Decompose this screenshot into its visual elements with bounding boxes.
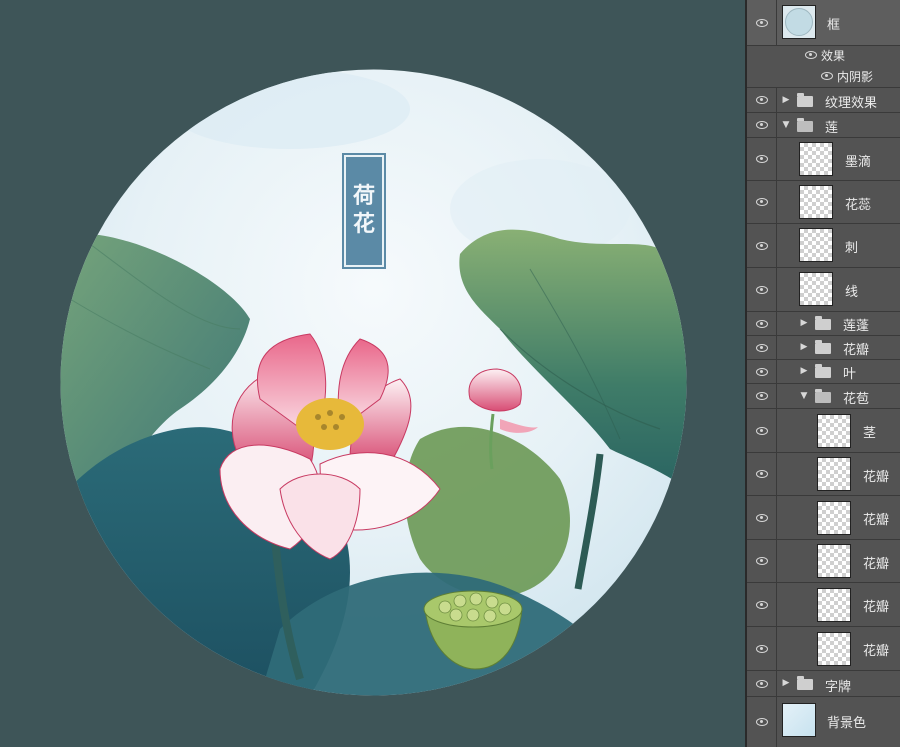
layer-effect-inner-shadow[interactable]: 内阴影 xyxy=(747,66,900,88)
folder-icon xyxy=(815,340,831,354)
layer-thumbnail xyxy=(817,457,851,491)
layer-group-sign[interactable]: ▶ 字牌 xyxy=(747,671,900,697)
layer-thumbnail xyxy=(817,544,851,578)
layer-thumbnail xyxy=(782,5,816,39)
layer-thumbnail xyxy=(799,272,833,306)
group-name: 莲蓬 xyxy=(843,319,870,334)
group-name: 字牌 xyxy=(825,680,852,695)
title-char: 花 xyxy=(352,212,375,237)
folder-icon xyxy=(815,364,831,378)
layer-thumbnail xyxy=(782,703,816,737)
chevron-right-icon[interactable]: ▶ xyxy=(799,342,809,352)
visibility-eye-icon[interactable] xyxy=(747,360,777,383)
chevron-down-icon[interactable]: ▼ xyxy=(799,391,809,401)
chevron-right-icon[interactable]: ▶ xyxy=(781,678,791,688)
layer-thumbnail xyxy=(817,632,851,666)
layer-item[interactable]: 花瓣 xyxy=(747,453,900,496)
layer-group-bud[interactable]: ▼ 花苞 xyxy=(747,384,900,409)
visibility-eye-icon[interactable] xyxy=(747,384,777,408)
visibility-eye-icon[interactable] xyxy=(747,697,777,747)
layer-thumbnail xyxy=(817,588,851,622)
layer-group[interactable]: ▶ 莲蓬 xyxy=(747,312,900,336)
layer-name: 花瓣 xyxy=(863,557,890,572)
layer-frame[interactable]: 框 xyxy=(747,0,900,46)
visibility-eye-icon[interactable] xyxy=(747,336,777,359)
visibility-eye-icon[interactable] xyxy=(747,496,777,539)
layer-effects[interactable]: 效果 xyxy=(747,46,900,66)
layer-name: 花瓣 xyxy=(863,644,890,659)
layer-name: 背景色 xyxy=(827,716,867,731)
layer-name: 线 xyxy=(845,285,859,300)
layer-background[interactable]: 背景色 xyxy=(747,697,900,747)
chevron-right-icon[interactable]: ▶ xyxy=(799,366,809,376)
layer-item[interactable]: 花瓣 xyxy=(747,496,900,540)
effects-eye-icon[interactable] xyxy=(805,51,817,59)
layer-name: 框 xyxy=(827,18,841,33)
layer-thumbnail xyxy=(799,185,833,219)
visibility-eye-icon[interactable] xyxy=(747,138,777,180)
layer-name: 刺 xyxy=(845,241,859,256)
visibility-eye-icon[interactable] xyxy=(747,540,777,582)
group-name: 纹理效果 xyxy=(825,96,878,111)
chevron-down-icon[interactable]: ▼ xyxy=(781,120,791,130)
visibility-eye-icon[interactable] xyxy=(747,627,777,670)
layer-name: 花瓣 xyxy=(863,600,890,615)
folder-icon xyxy=(797,93,813,107)
title-char: 荷 xyxy=(352,184,375,209)
layer-item[interactable]: 花瓣 xyxy=(747,627,900,671)
group-name: 花瓣 xyxy=(843,343,870,358)
layer-name: 墨滴 xyxy=(845,155,872,170)
layer-thumbnail xyxy=(817,414,851,448)
layer-name: 茎 xyxy=(863,426,877,441)
layer-item[interactable]: 花瓣 xyxy=(747,540,900,583)
layer-item[interactable]: 花瓣 xyxy=(747,583,900,627)
layer-thumbnail xyxy=(817,501,851,535)
visibility-eye-icon[interactable] xyxy=(747,583,777,626)
layer-item[interactable]: 花蕊 xyxy=(747,181,900,224)
layer-name: 花蕊 xyxy=(845,198,872,213)
layer-name: 花瓣 xyxy=(863,513,890,528)
layer-group-texture[interactable]: ▶ 纹理效果 xyxy=(747,88,900,113)
chevron-right-icon[interactable]: ▶ xyxy=(781,95,791,105)
visibility-eye-icon[interactable] xyxy=(747,181,777,223)
visibility-eye-icon[interactable] xyxy=(747,113,777,137)
folder-icon xyxy=(797,676,813,690)
visibility-eye-icon[interactable] xyxy=(747,0,777,45)
title-plaque: 荷 花 xyxy=(342,153,386,269)
visibility-eye-icon[interactable] xyxy=(747,224,777,267)
folder-open-icon xyxy=(797,118,813,132)
layer-item[interactable]: 墨滴 xyxy=(747,138,900,181)
visibility-eye-icon[interactable] xyxy=(747,88,777,112)
visibility-eye-icon[interactable] xyxy=(747,409,777,452)
canvas-area[interactable]: 荷 花 xyxy=(0,0,745,747)
visibility-eye-icon[interactable] xyxy=(747,268,777,311)
folder-icon xyxy=(815,316,831,330)
layer-item[interactable]: 线 xyxy=(747,268,900,312)
chevron-right-icon[interactable]: ▶ xyxy=(799,318,809,328)
visibility-eye-icon[interactable] xyxy=(747,312,777,335)
layers-panel: 框 效果 内阴影 ▶ 纹理效果 ▼ 莲 墨滴 花蕊 刺 线 ▶ 莲蓬 ▶ 花瓣 … xyxy=(745,0,900,747)
group-name: 叶 xyxy=(843,367,857,382)
layer-thumbnail xyxy=(799,228,833,262)
layer-group-lotus[interactable]: ▼ 莲 xyxy=(747,113,900,138)
group-name: 莲 xyxy=(825,121,839,136)
layer-item[interactable]: 茎 xyxy=(747,409,900,453)
layer-thumbnail xyxy=(799,142,833,176)
effects-label: 效果 xyxy=(821,49,846,63)
layer-item[interactable]: 刺 xyxy=(747,224,900,268)
visibility-eye-icon[interactable] xyxy=(747,453,777,495)
effect-eye-icon[interactable] xyxy=(821,72,833,80)
group-name: 花苞 xyxy=(843,392,870,407)
layer-group[interactable]: ▶ 叶 xyxy=(747,360,900,384)
layer-name: 花瓣 xyxy=(863,470,890,485)
layer-group[interactable]: ▶ 花瓣 xyxy=(747,336,900,360)
effect-item-label: 内阴影 xyxy=(837,70,874,84)
folder-open-icon xyxy=(815,389,831,403)
visibility-eye-icon[interactable] xyxy=(747,671,777,696)
